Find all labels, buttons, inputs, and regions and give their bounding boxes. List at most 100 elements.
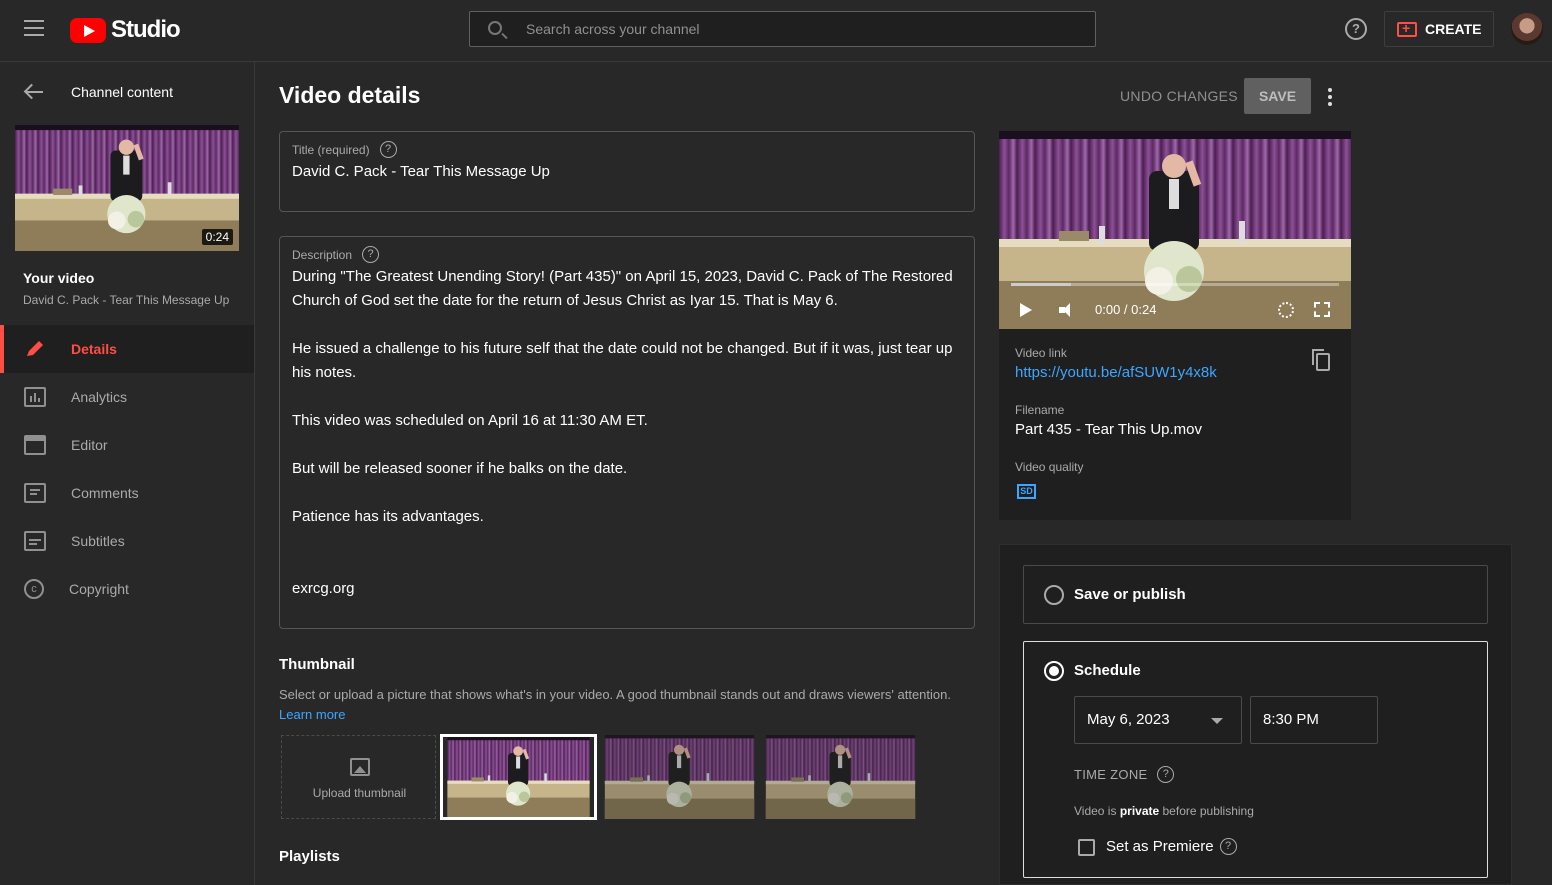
title-field-label: Title (required) ? <box>292 141 397 158</box>
description-paragraph: But will be released sooner if he balks … <box>292 460 628 477</box>
video-frame <box>999 131 1351 329</box>
timezone-label[interactable]: TIME ZONE ? <box>1074 766 1175 783</box>
description-field[interactable]: Description ? During "The Greatest Unend… <box>279 236 975 629</box>
description-paragraph: This video was scheduled on April 16 at … <box>292 412 648 429</box>
private-prefix: Video is <box>1074 804 1120 818</box>
sidebar-item-label: Comments <box>71 485 139 501</box>
back-to-channel-content[interactable]: Channel content <box>24 84 173 100</box>
create-label: CREATE <box>1425 21 1482 37</box>
video-player[interactable]: 0:00 / 0:24 <box>999 131 1351 329</box>
thumbnail-option-1[interactable] <box>440 734 597 820</box>
title-input[interactable]: David C. Pack - Tear This Message Up <box>292 163 550 180</box>
copy-icon[interactable] <box>1312 349 1330 371</box>
help-icon[interactable]: ? <box>1219 838 1237 855</box>
schedule-time-value: 8:30 PM <box>1263 711 1319 728</box>
premiere-label[interactable]: Set as Premiere ? <box>1106 838 1237 855</box>
sidebar-video-title: David C. Pack - Tear This Message Up <box>23 293 230 307</box>
pencil-icon <box>24 339 46 359</box>
sidebar-item-label: Subtitles <box>71 533 125 549</box>
schedule-date-select[interactable]: May 6, 2023 <box>1074 696 1242 744</box>
progress-bar[interactable] <box>1011 283 1339 286</box>
schedule-time-select[interactable]: 8:30 PM <box>1250 696 1378 744</box>
private-word: private <box>1119 804 1160 818</box>
help-icon[interactable]: ? <box>379 141 397 158</box>
description-paragraph: He issued a challenge to his future self… <box>292 340 953 381</box>
title-field[interactable]: Title (required) ? David C. Pack - Tear … <box>279 131 975 212</box>
description-paragraph: exrcg.org <box>292 580 355 597</box>
schedule-option[interactable]: Schedule May 6, 2023 8:30 PM TIME ZONE ?… <box>1023 641 1488 878</box>
back-label: Channel content <box>71 84 173 100</box>
visibility-card: Save or publish Schedule May 6, 2023 8:3… <box>999 544 1512 885</box>
private-suffix: before publishing <box>1159 804 1254 818</box>
sidebar-nav: Details Analytics Editor Comments Subtit… <box>0 325 254 613</box>
radio-save-publish[interactable] <box>1044 585 1064 605</box>
sidebar-item-comments[interactable]: Comments <box>0 469 254 517</box>
sidebar-item-analytics[interactable]: Analytics <box>0 373 254 421</box>
sidebar-item-label: Analytics <box>71 389 128 405</box>
player-time: 0:00 / 0:24 <box>1095 302 1157 317</box>
filename-label: Filename <box>1015 403 1065 417</box>
thumbnail-option-2[interactable] <box>602 735 757 819</box>
add-image-icon <box>350 758 370 776</box>
radio-schedule[interactable] <box>1044 661 1064 681</box>
filename-value: Part 435 - Tear This Up.mov <box>1015 421 1203 438</box>
avatar[interactable] <box>1511 13 1543 45</box>
help-icon[interactable]: ? <box>1157 766 1175 783</box>
description-text[interactable]: During "The Greatest Unending Story! (Pa… <box>292 265 962 601</box>
description-field-label: Description ? <box>292 246 380 263</box>
title-label-text: Title (required) <box>292 142 370 157</box>
sidebar-item-details[interactable]: Details <box>0 325 254 373</box>
volume-icon[interactable] <box>1059 302 1079 318</box>
search-icon <box>488 21 502 35</box>
description-paragraph: Patience has its advantages. <box>292 508 484 525</box>
search-box[interactable] <box>469 11 1096 47</box>
fullscreen-icon[interactable] <box>1314 302 1330 317</box>
back-arrow-icon <box>24 84 44 100</box>
sidebar-item-label: Details <box>71 341 117 357</box>
thumbnail-image <box>447 737 590 817</box>
learn-more-link[interactable]: Learn more <box>279 707 345 722</box>
private-before-publishing-note: Video is private before publishing <box>1074 804 1254 818</box>
help-icon[interactable]: ? <box>1345 18 1367 40</box>
search-input[interactable] <box>526 12 1066 46</box>
top-header: Studio ? CREATE <box>0 0 1552 62</box>
description-paragraph: During "The Greatest Unending Story! (Pa… <box>292 268 953 309</box>
schedule-date-value: May 6, 2023 <box>1087 711 1170 728</box>
sidebar-video-thumbnail[interactable]: 0:24 <box>15 125 239 251</box>
sidebar-item-copyright[interactable]: c Copyright <box>0 565 254 613</box>
youtube-play-icon <box>70 17 106 43</box>
upload-thumbnail-button[interactable]: Upload thumbnail <box>281 735 436 819</box>
save-button[interactable]: SAVE <box>1244 78 1311 114</box>
video-link[interactable]: https://youtu.be/afSUW1y4x8k <box>1015 364 1217 381</box>
save-or-publish-option[interactable]: Save or publish <box>1023 565 1488 624</box>
sidebar-item-label: Editor <box>71 437 108 453</box>
video-info-card: Video link https://youtu.be/afSUW1y4x8k … <box>999 329 1351 520</box>
upload-thumbnail-label: Upload thumbnail <box>312 786 407 800</box>
thumbnail-option-3[interactable] <box>763 735 918 819</box>
sidebar-item-editor[interactable]: Editor <box>0 421 254 469</box>
premiere-checkbox[interactable] <box>1078 839 1095 856</box>
menu-icon[interactable] <box>24 20 44 36</box>
sidebar-item-label: Copyright <box>69 581 129 597</box>
video-quality-label: Video quality <box>1015 460 1084 474</box>
sd-quality-icon: SD <box>1017 484 1036 499</box>
thumbnail-description: Select or upload a picture that shows wh… <box>279 687 951 702</box>
logo-text: Studio <box>111 16 181 43</box>
create-button[interactable]: CREATE <box>1384 11 1494 47</box>
settings-gear-icon[interactable] <box>1278 302 1294 318</box>
undo-changes-button[interactable]: UNDO CHANGES <box>1120 88 1238 104</box>
editor-icon <box>24 435 46 455</box>
help-icon[interactable]: ? <box>362 246 380 263</box>
premiere-label-text: Set as Premiere <box>1106 838 1214 855</box>
more-options-icon[interactable] <box>1328 88 1332 106</box>
copyright-icon: c <box>24 579 44 599</box>
studio-logo[interactable]: Studio <box>70 16 181 44</box>
schedule-label: Schedule <box>1074 662 1141 679</box>
analytics-icon <box>24 387 46 407</box>
your-video-label: Your video <box>23 270 95 286</box>
sidebar: Channel content 0:24 Your video David C.… <box>0 62 255 885</box>
thumbnail-heading: Thumbnail <box>279 656 355 673</box>
playlists-heading: Playlists <box>279 848 340 865</box>
sidebar-item-subtitles[interactable]: Subtitles <box>0 517 254 565</box>
play-icon[interactable] <box>1020 303 1032 317</box>
